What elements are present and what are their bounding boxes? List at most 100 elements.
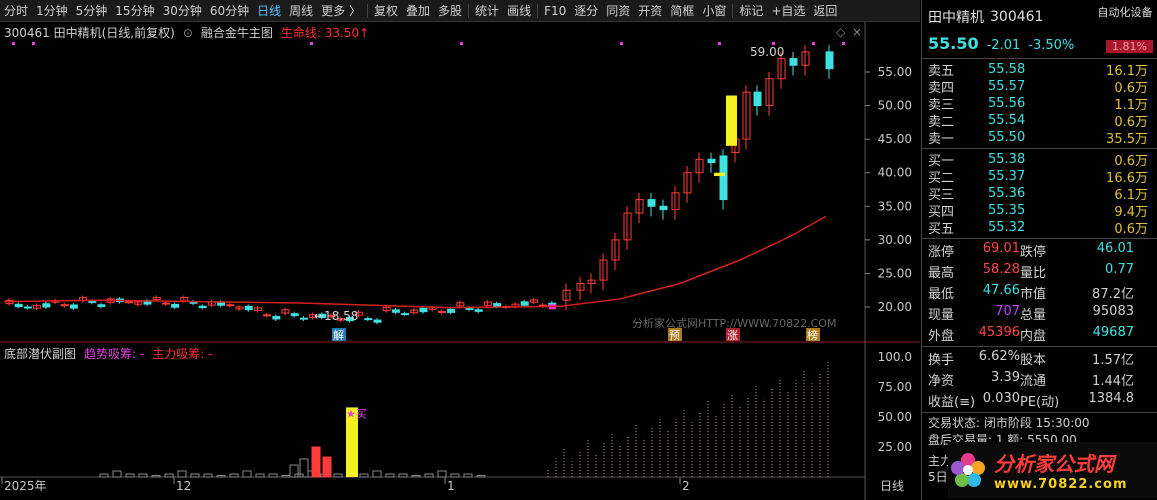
sub-bar	[112, 470, 122, 478]
toolbar-item-0[interactable]: 分时	[0, 0, 32, 22]
toolbar-item-21[interactable]: +自选	[767, 0, 809, 22]
signal-dot	[32, 42, 35, 45]
y-tick-label: 50.00	[878, 99, 912, 113]
candle-body	[789, 58, 798, 66]
toolbar-item-18[interactable]: 简框	[666, 0, 698, 22]
sub-bar	[242, 470, 252, 478]
ob-label: 卖一	[928, 132, 955, 147]
sub-indicator-name[interactable]: 底部潜伏副图	[4, 345, 76, 362]
ob-price: 55.37	[988, 169, 1026, 184]
candle-body	[290, 313, 299, 317]
x-axis-label: 1	[447, 479, 455, 493]
quote-panel: 田中精机 300461 自动化设备 55.50 -2.01 -3.50% 1.8…	[921, 0, 1157, 500]
toolbar-item-10[interactable]: 叠加	[402, 0, 434, 22]
toolbar-item-6[interactable]: 日线	[253, 0, 285, 22]
sub-y-tick-label: 75.00	[878, 380, 912, 394]
stock-code-name: 300461 田中精机(日线,前复权)	[4, 26, 175, 40]
divider	[922, 148, 1157, 149]
signal-dot	[812, 42, 815, 45]
high-price-label: 59.00	[750, 45, 784, 59]
signal-dot	[310, 42, 313, 45]
bids-row: 买四 55.35 9.4万	[922, 202, 1157, 220]
stat-cell: 0.030	[982, 391, 1020, 406]
candle-body	[272, 315, 281, 320]
toolbar-item-12[interactable]: 统计	[471, 0, 503, 22]
indicator-name[interactable]: 融合金牛主图	[201, 24, 273, 41]
toolbar-item-3[interactable]: 15分钟	[111, 0, 158, 22]
candle-body	[364, 318, 373, 321]
signal-dot	[718, 42, 721, 45]
stat-cell: 净资	[928, 374, 955, 389]
sub-bar	[450, 473, 460, 478]
candle-body	[707, 158, 716, 164]
toolbar-item-14[interactable]: F10	[540, 0, 570, 22]
ob-volume: 0.6万	[1114, 222, 1148, 237]
ob-price: 55.36	[988, 186, 1026, 201]
toolbar-item-19[interactable]: 小窗	[698, 0, 730, 22]
sub-bar	[281, 475, 291, 478]
sector-badge[interactable]: 自动化设备	[1097, 6, 1153, 20]
stat-cell: 最高	[928, 266, 955, 281]
stat-cell: 现量	[928, 308, 955, 323]
period-toolbar: 分时 1分钟 5分钟 15分钟 30分钟 60分钟 日线 周线 更多 〉复权 叠加 多股 统计 画线 F1…	[0, 0, 920, 22]
stat-cell: 换手	[928, 353, 955, 368]
sub-bar	[229, 473, 239, 478]
toolbar-item-22[interactable]: 返回	[809, 0, 841, 22]
stats-grid-2: 换手 6.62% 股本 1.57亿 净资 3.39 流通 1.44亿 收益(≡) 0.030 PE(…	[922, 349, 1157, 410]
price-pct: -3.50%	[1028, 38, 1075, 53]
sub-bar	[289, 464, 299, 478]
toolbar-item-11[interactable]: 多股	[434, 0, 466, 22]
candle-body	[401, 313, 410, 316]
candle-body	[226, 304, 235, 307]
toolbar-item-4[interactable]: 30分钟	[159, 0, 206, 22]
ob-label: 买五	[928, 222, 955, 237]
stat-cell: 流通	[1020, 374, 1047, 389]
toolbar-item-15[interactable]: 逐分	[570, 0, 602, 22]
sub-bar	[333, 473, 343, 478]
candle-body	[719, 155, 728, 201]
stat-cell: 1384.8	[1088, 391, 1135, 406]
stat-cell: 最低	[928, 287, 955, 302]
marker-text: 解	[333, 328, 344, 342]
toolbar-item-1[interactable]: 1分钟	[32, 0, 72, 22]
logo-url: www.70822.com	[994, 477, 1128, 492]
toolbar-item-9[interactable]: 复权	[370, 0, 402, 22]
sub-bar	[322, 456, 332, 478]
candle-body	[474, 309, 483, 312]
toolbar-item-5[interactable]: 60分钟	[206, 0, 253, 22]
candle-body	[125, 301, 134, 304]
sub-bar	[476, 475, 486, 478]
y-tick-label: 55.00	[878, 65, 912, 79]
toolbar-item-2[interactable]: 5分钟	[72, 0, 112, 22]
candle-body	[391, 309, 400, 313]
stat-cell: 1.57亿	[1092, 353, 1134, 368]
toolbar-item-17[interactable]: 开资	[634, 0, 666, 22]
stat-cell: 跌停	[1020, 245, 1047, 260]
sub-y-tick-label: 25.00	[878, 440, 912, 454]
toolbar-item-13[interactable]: 画线	[503, 0, 535, 22]
asks-row: 卖三 55.56 1.1万	[922, 95, 1157, 113]
marker-text: 涨	[727, 329, 738, 342]
flower-logo-icon	[951, 453, 985, 487]
y-tick-label: 20.00	[878, 300, 912, 314]
stat-cell: 49687	[1092, 325, 1134, 340]
stat-cell: 707	[995, 304, 1020, 319]
sub-y-tick-label: 100.0	[878, 350, 912, 364]
toolbar-item-16[interactable]: 同资	[602, 0, 634, 22]
pct-badge: 1.81%	[1106, 40, 1153, 53]
candle-body	[437, 310, 446, 313]
toolbar-separator	[468, 3, 470, 18]
toolbar-item-7[interactable]: 周线	[285, 0, 317, 22]
candle-body	[447, 308, 456, 313]
x-axis-label: 12	[176, 479, 191, 493]
buy-label: ★买	[346, 407, 367, 420]
settings-icon[interactable]: ⊙	[183, 26, 193, 40]
sub-bar	[255, 473, 265, 478]
kline-chart[interactable]: 55.00 50.00 45.00 40.00 35.00 30.00 25.00 20.00…	[0, 22, 920, 500]
divider	[922, 58, 1157, 59]
toolbar-item-8[interactable]: 更多 〉	[317, 0, 365, 22]
stat-cell: 1.44亿	[1092, 374, 1134, 389]
sub-bar	[424, 473, 434, 478]
toolbar-item-20[interactable]: 标记	[735, 0, 767, 22]
candle-body	[42, 303, 51, 308]
